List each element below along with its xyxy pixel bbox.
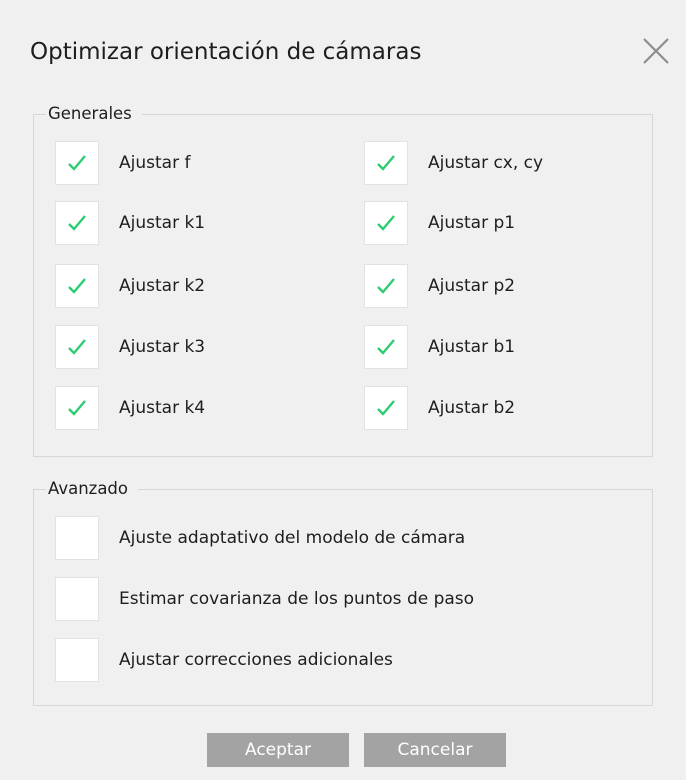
general-group: Generales Ajustar f Ajustar cx, cy Ajust… — [33, 101, 653, 457]
checkmark-icon — [68, 155, 86, 171]
adjust-cx-cy-checkbox[interactable] — [364, 141, 408, 185]
adjust-f-label: Ajustar f — [119, 153, 191, 173]
adjust-p1-checkbox[interactable] — [364, 201, 408, 245]
cancel-button[interactable]: Cancelar — [364, 733, 506, 767]
checkmark-icon — [68, 215, 86, 231]
adjust-p1-label: Ajustar p1 — [428, 213, 516, 233]
adaptive-camera-model-label: Ajuste adaptativo del modelo de cámara — [119, 528, 466, 548]
adjust-k4-checkbox[interactable] — [55, 386, 99, 430]
adjust-b1-option[interactable]: Ajustar b1 — [364, 325, 515, 369]
checkmark-icon — [377, 155, 395, 171]
adjust-k3-checkbox[interactable] — [55, 325, 99, 369]
adjust-k1-checkbox[interactable] — [55, 201, 99, 245]
adjust-b2-option[interactable]: Ajustar b2 — [364, 386, 515, 430]
checkmark-icon — [377, 278, 395, 294]
adjust-b1-label: Ajustar b1 — [428, 337, 516, 357]
adjust-p1-option[interactable]: Ajustar p1 — [364, 201, 515, 245]
checkmark-icon — [377, 339, 395, 355]
adjust-p2-option[interactable]: Ajustar p2 — [364, 264, 515, 308]
checkmark-icon — [377, 400, 395, 416]
additional-corrections-label: Ajustar correcciones adicionales — [119, 650, 393, 670]
adjust-k3-label: Ajustar k3 — [119, 337, 206, 357]
adjust-cx-cy-option[interactable]: Ajustar cx, cy — [364, 141, 543, 185]
adaptive-camera-model-option[interactable]: Ajuste adaptativo del modelo de cámara — [55, 516, 465, 560]
additional-corrections-checkbox[interactable] — [55, 638, 99, 682]
general-legend: Generales — [46, 101, 142, 127]
adjust-b2-label: Ajustar b2 — [428, 398, 516, 418]
close-button[interactable] — [640, 34, 672, 68]
adjust-b2-checkbox[interactable] — [364, 386, 408, 430]
checkmark-icon — [68, 400, 86, 416]
adjust-p2-label: Ajustar p2 — [428, 276, 516, 296]
adjust-k2-label: Ajustar k2 — [119, 276, 206, 296]
adjust-b1-checkbox[interactable] — [364, 325, 408, 369]
adjust-k1-option[interactable]: Ajustar k1 — [55, 201, 205, 245]
additional-corrections-option[interactable]: Ajustar correcciones adicionales — [55, 638, 393, 682]
adjust-k2-option[interactable]: Ajustar k2 — [55, 264, 205, 308]
adjust-p2-checkbox[interactable] — [364, 264, 408, 308]
advanced-legend: Avanzado — [46, 476, 138, 502]
adjust-f-option[interactable]: Ajustar f — [55, 141, 190, 185]
adaptive-camera-model-checkbox[interactable] — [55, 516, 99, 560]
close-icon — [643, 38, 669, 64]
checkmark-icon — [68, 339, 86, 355]
adjust-f-checkbox[interactable] — [55, 141, 99, 185]
advanced-group: Avanzado Ajuste adaptativo del modelo de… — [33, 476, 653, 706]
accept-button[interactable]: Aceptar — [207, 733, 349, 767]
checkmark-icon — [377, 215, 395, 231]
adjust-k4-label: Ajustar k4 — [119, 398, 206, 418]
estimate-covariance-label: Estimar covarianza de los puntos de paso — [119, 589, 475, 609]
adjust-k4-option[interactable]: Ajustar k4 — [55, 386, 205, 430]
checkmark-icon — [68, 278, 86, 294]
adjust-k1-label: Ajustar k1 — [119, 213, 206, 233]
estimate-covariance-checkbox[interactable] — [55, 577, 99, 621]
adjust-k3-option[interactable]: Ajustar k3 — [55, 325, 205, 369]
estimate-covariance-option[interactable]: Estimar covarianza de los puntos de paso — [55, 577, 474, 621]
adjust-k2-checkbox[interactable] — [55, 264, 99, 308]
adjust-cx-cy-label: Ajustar cx, cy — [428, 153, 544, 173]
dialog-title: Optimizar orientación de cámaras — [30, 39, 422, 65]
